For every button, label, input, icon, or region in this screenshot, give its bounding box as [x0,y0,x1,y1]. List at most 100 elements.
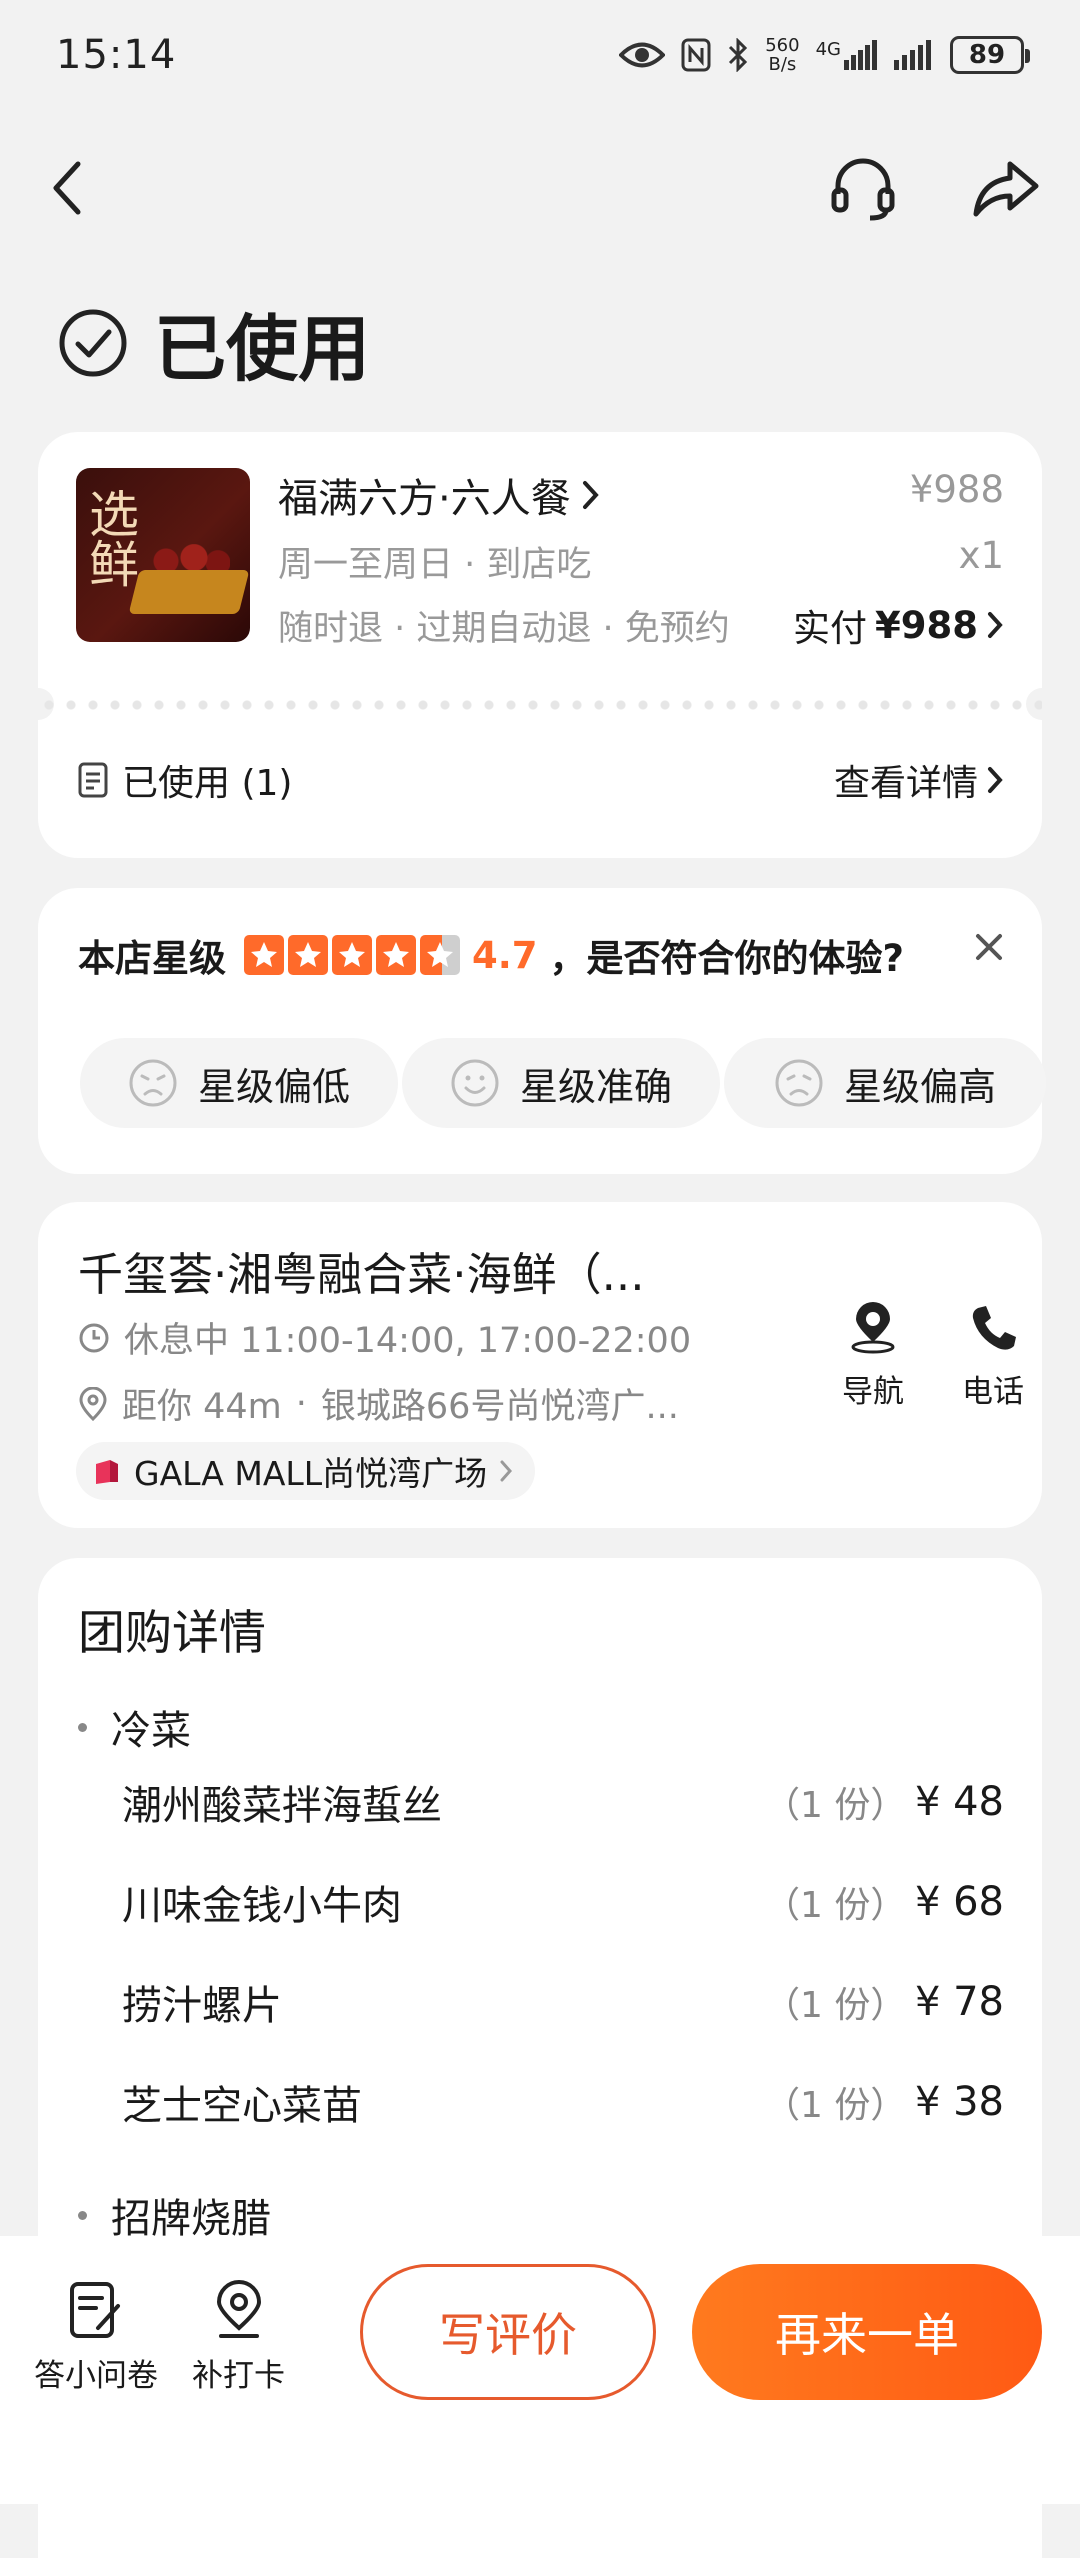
menu-item-name: 川味金钱小牛肉 [122,1883,402,1929]
battery-indicator: 89 [950,36,1030,74]
menu-item-qty: （1 份） [764,1885,907,1926]
customer-service-button[interactable] [828,154,898,228]
menu-item-name: 捞汁螺片 [122,1983,282,2029]
shop-address: 银城路66号尚悦湾广... [320,1387,679,1427]
location-pin-icon [216,2280,261,2338]
signal-bars-2-icon [894,40,931,70]
headset-icon [831,158,895,221]
share-button[interactable] [970,154,1042,228]
order-status-text: 已使用 [154,307,371,391]
thumbnail-text: 选鲜 [81,488,139,588]
shopping-bag-icon [96,1460,118,1484]
status-icons: 560 B/s 4G 89 [619,36,1030,74]
rating-option-label: 星级偏高 [843,1064,996,1109]
quantity: x1 [958,534,1004,577]
menu-section-title: 冷菜 [111,1708,191,1754]
rating-option-accurate[interactable]: 星级准确 [402,1038,720,1128]
chevron-left-icon [53,161,81,215]
chevron-right-icon [500,1460,513,1482]
phone-label: 电话 [962,1374,1024,1410]
status-bar: 15:14 560 B/s 4G 89 [0,0,1080,110]
clock-icon [79,1323,109,1352]
deal-thumbnail[interactable]: 选鲜 [76,468,250,642]
net-speed: 560 B/s [765,36,799,74]
check-circle-icon [59,309,127,376]
menu-item-qty: （1 份） [764,1985,907,2026]
star-icon [332,935,372,975]
navigate-button[interactable]: 导航 [818,1302,928,1411]
checkin-button[interactable]: 补打卡 [192,2280,285,2395]
mall-name: GALA MALL尚悦湾广场 [134,1454,488,1493]
navigation-pin-icon [851,1302,895,1354]
menu-item: 芝士空心菜苗 （1 份） ¥ 38 [122,2072,1004,2132]
survey-label: 答小问卷 [34,2358,158,2394]
used-coupons-label: 已使用 (1) [122,763,293,804]
rating-feedback-card: 本店星级 4.7 ，是否符合你的体验? 星级偏低 星级准确 星级偏高 [38,888,1046,1174]
checkin-label: 补打卡 [192,2358,285,2394]
write-review-button[interactable]: 写评价 [360,2264,656,2400]
menu-section: 冷菜 [78,1698,191,1756]
chevron-right-icon [988,612,1003,638]
location-pin-icon [79,1386,107,1421]
survey-button[interactable]: 答小问卷 [34,2280,158,2395]
deal-name-link[interactable]: 福满六方·六人餐 [278,466,601,524]
chevron-right-icon [988,767,1003,793]
separator-dot: · [295,1383,307,1424]
share-arrow-icon [973,161,1039,217]
cell-signal-1: 4G [816,40,878,70]
eye-icon [619,42,666,68]
rating-value: 4.7 [472,933,538,977]
ticket-divider [38,700,1042,710]
bullet-dot [78,2210,87,2220]
nfc-icon [681,38,711,72]
rating-option-label: 星级准确 [519,1064,672,1109]
document-icon [78,762,108,798]
rating-option-low[interactable]: 星级偏低 [80,1038,398,1128]
paid-label: 实付 [793,607,868,650]
menu-item-name: 芝士空心菜苗 [122,2083,362,2129]
menu-item-qty: （1 份） [764,2085,907,2126]
menu-item-price: ¥ 78 [914,1979,1004,2025]
order-status-heading: 已使用 [58,290,370,395]
face-smile-icon [451,1059,499,1107]
original-price: ¥988 [909,468,1004,511]
menu-item-price: ¥ 48 [914,1779,1004,1825]
shop-name[interactable]: 千玺荟·湘粤融合菜·海鲜（... [78,1238,645,1303]
menu-item-name: 潮州酸菜拌海蜇丝 [122,1783,442,1829]
menu-item-price: ¥ 38 [914,2079,1004,2125]
rating-close-button[interactable] [974,932,1004,966]
back-button[interactable] [48,158,88,222]
used-coupons[interactable]: 已使用 (1) [78,754,292,806]
view-detail-button[interactable]: 查看详情 [834,754,1004,806]
rating-option-high[interactable]: 星级偏高 [724,1038,1046,1128]
order-card: 选鲜 福满六方·六人餐 周一至周日 · 到店吃 随时退 · 过期自动退 · 免预… [22,432,1058,858]
bullet-dot [78,1722,87,1732]
reorder-button[interactable]: 再来一单 [692,2264,1042,2400]
thumbnail-plate-shape [128,570,250,614]
menu-item: 捞汁螺片 （1 份） ¥ 78 [122,1972,1004,2032]
menu-item-qty: （1 份） [764,1785,907,1826]
network-type: 4G [815,39,841,60]
deal-name: 福满六方·六人餐 [278,476,571,522]
top-nav [0,140,1080,240]
face-low-icon [129,1059,177,1107]
shop-hours-row: 休息中 11:00-14:00, 17:00-22:00 [78,1312,691,1363]
rating-option-label: 星级偏低 [197,1064,350,1109]
paid-amount-link[interactable]: 实付 ¥988 [793,598,1004,652]
deal-detail-title: 团购详情 [78,1606,266,1661]
paid-amount: ¥988 [875,603,978,647]
mall-tag[interactable]: GALA MALL尚悦湾广场 [76,1442,536,1500]
phone-button[interactable]: 电话 [938,1302,1048,1411]
net-speed-unit: B/s [768,54,797,75]
menu-item: 潮州酸菜拌海蜇丝 （1 份） ¥ 48 [122,1772,1004,1832]
bottom-action-bar: 答小问卷 补打卡 写评价 再来一单 [0,2236,1080,2504]
shop-distance: 距你 44m [122,1387,282,1427]
star-half-icon [420,935,460,975]
status-time: 15:14 [56,32,177,78]
view-detail-label: 查看详情 [833,763,978,804]
face-high-icon [775,1059,823,1107]
refund-policy: 随时退 · 过期自动退 · 免预约 [278,609,730,649]
bluetooth-icon [729,38,748,72]
shop-address-row[interactable]: 距你 44m · 银城路66号尚悦湾广... [78,1378,679,1429]
rating-options: 星级偏低 星级准确 星级偏高 [80,1038,1046,1128]
